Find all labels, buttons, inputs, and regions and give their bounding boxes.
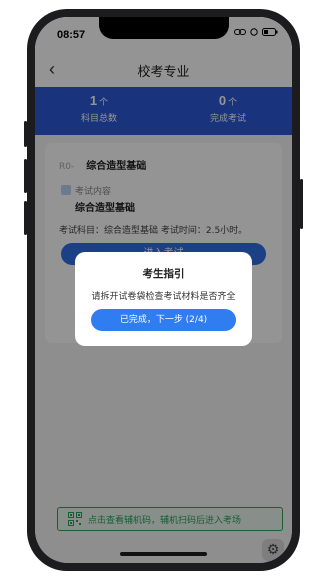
dialog-title: 考生指引: [142, 268, 185, 280]
home-indicator: [120, 552, 207, 556]
next-step-button[interactable]: 已完成，下一步 (2/4): [91, 309, 236, 331]
notch: [99, 17, 229, 39]
screen: 08:57 ‹ 校考专业 1个 科目总数 0个 完成考试 R0-综合造型基础: [35, 17, 292, 563]
dialog-text: 请拆开试卷袋检查考试材料是否齐全: [91, 292, 236, 302]
volume-down-button: [24, 201, 27, 235]
guide-dialog: 考生指引 请拆开试卷袋检查考试材料是否齐全 已完成，下一步 (2/4): [75, 252, 252, 346]
volume-up-button: [24, 159, 27, 193]
phone-frame: 08:57 ‹ 校考专业 1个 科目总数 0个 完成考试 R0-综合造型基础: [24, 9, 303, 571]
